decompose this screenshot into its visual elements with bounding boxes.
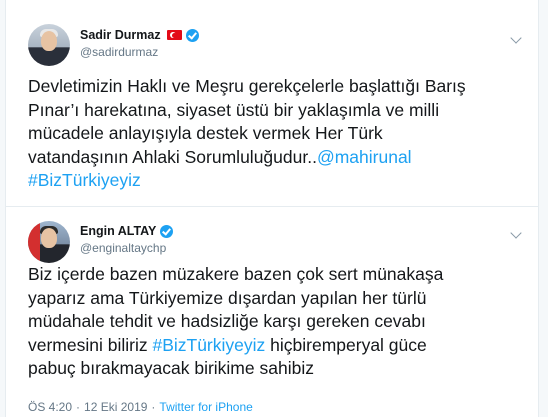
tweet-text-line: yaparız ama Türkiyemize dışardan yapılan… [28, 287, 427, 308]
display-name[interactable]: Sadir Durmaz [80, 28, 161, 42]
user-handle[interactable]: @sadirdurmaz [80, 45, 199, 59]
avatar[interactable] [28, 24, 70, 66]
tweet-text-line: Biz içerde bazen müzakere bazen çok sert… [28, 264, 444, 284]
verified-badge-icon [160, 224, 174, 238]
tweet-text: Biz içerde bazen müzakere bazen çok sert… [28, 263, 520, 381]
avatar[interactable] [28, 221, 70, 263]
meta-separator: · [76, 400, 81, 414]
tweet-text-segment: vatandaşının Ahlaki Sorumluluğudur.. [28, 146, 317, 167]
mention-link[interactable]: @mahirunal [317, 147, 412, 167]
author-block[interactable]: Engin ALTAY @enginaltaychp [80, 223, 174, 255]
turkey-flag-icon [166, 30, 182, 40]
avatar-face [41, 228, 57, 248]
author-block[interactable]: Sadir Durmaz @sadirdurmaz [80, 27, 199, 59]
tweet-meta: ÖS 4:20 · 12 Eki 2019 · Twitter for iPho… [28, 400, 253, 414]
page-right-edge [538, 0, 548, 417]
quoted-tweet-sadir-durmaz[interactable]: Sadir Durmaz @sadirdurmaz Devletimizin H… [6, 0, 538, 207]
hashtag-link[interactable]: #BizTürkiyeyiz [152, 335, 265, 355]
hashtag-link[interactable]: #BizTürkiyeyiz [28, 169, 520, 193]
tweet-text-line: mücadele anlayışıyla destek vermek Her T… [28, 123, 383, 144]
avatar-flag [28, 221, 40, 263]
chevron-down-icon[interactable] [510, 32, 522, 44]
user-handle[interactable]: @enginaltaychp [80, 241, 173, 255]
display-name[interactable]: Engin ALTAY [80, 224, 156, 238]
tweet-text-line: müdahale tehdit ve hadsizliğe karşı gere… [28, 311, 426, 332]
avatar-face [41, 31, 57, 51]
tweet-engin-altay[interactable]: Engin ALTAY @enginaltaychp Biz içerde ba… [6, 207, 538, 417]
chevron-down-icon[interactable] [510, 227, 522, 239]
tweet-text-line: vatandaşının Ahlaki Sorumluluğudur..@mah… [28, 146, 520, 170]
tweet-text-line: Pınar’ı harekatına, siyaset üstü bir yak… [28, 99, 440, 120]
tweet-text-line: pabuç bırakmayacak birikime sahibiz [28, 358, 314, 379]
meta-separator: · [151, 400, 156, 414]
tweet-text-segment: hiçbiremperyal güce [265, 334, 427, 355]
tweet-time[interactable]: ÖS 4:20 [28, 400, 72, 414]
tweet-date[interactable]: 12 Eki 2019 [84, 400, 147, 414]
tweet-source-link[interactable]: Twitter for iPhone [159, 400, 252, 414]
tweet-text-line: vermesini biliriz #BizTürkiyeyiz hiçbire… [28, 334, 520, 358]
tweet-text: Devletimizin Haklı ve Meşru gerekçelerle… [28, 75, 520, 193]
verified-badge-icon [185, 28, 199, 42]
tweet-text-line: Devletimizin Haklı ve Meşru gerekçelerle… [28, 76, 466, 96]
tweet-text-segment: vermesini biliriz [28, 334, 153, 355]
